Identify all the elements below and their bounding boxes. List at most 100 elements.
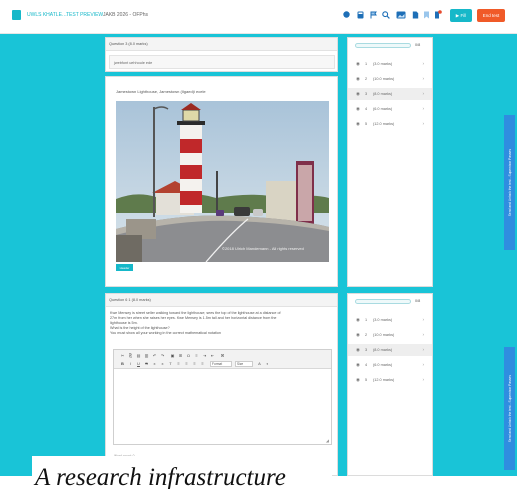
breadcrumb-course[interactable]: UWLS KHATLE…	[27, 12, 67, 18]
eye-icon: ◉	[356, 76, 360, 81]
question-card-short: Question 3 (8.0 marks) jwebfont uehhoule…	[105, 37, 338, 72]
eye-icon: ◉	[356, 347, 360, 352]
italic-icon[interactable]: I	[128, 361, 133, 366]
eye-icon: ◉	[356, 317, 360, 322]
image-badge: Header	[116, 264, 133, 271]
image-insert-icon[interactable]: ▣	[170, 353, 175, 358]
redo-icon[interactable]: ↷	[160, 353, 165, 358]
lighthouse-photo: ©2018 Ulrich Mandemann - All rights rese…	[116, 101, 329, 262]
eye-icon: ◉	[356, 362, 360, 367]
photo-credit: ©2018 Ulrich Mandemann - All rights rese…	[222, 246, 304, 251]
notification-icon[interactable]	[434, 10, 442, 19]
nav-question-item[interactable]: ◉ 5 (12.0 marks) ›	[348, 374, 432, 386]
paste-text-icon[interactable]: ▥	[144, 353, 149, 358]
flag-icon[interactable]	[369, 10, 377, 19]
subscript-icon[interactable]: x	[152, 361, 157, 366]
fill-button[interactable]: ▶ Fill	[450, 9, 472, 22]
editor-toolbar: ✂ ⎘ ▤ ▥ ↶ ↷ ▣ ⊞ Ω ≡ ⇥ ⇤ ⌘ B I U S x x T …	[114, 350, 331, 369]
cut-icon[interactable]: ✂	[120, 353, 125, 358]
nav-question-item[interactable]: ◉ 4 (6.0 marks) ›	[348, 103, 432, 115]
side-tab-label: Send and Unlock the test - Supervisor Pa…	[507, 374, 512, 443]
nav-question-marks: (6.0 marks)	[373, 107, 393, 111]
bookmark-icon[interactable]	[422, 10, 430, 19]
table-icon[interactable]: ⊞	[178, 353, 183, 358]
list-icon[interactable]: ≡	[194, 353, 199, 358]
nav-question-item[interactable]: ◉ 3 (8.0 marks) ›	[348, 344, 432, 356]
nav-question-item[interactable]: ◉ 5 (12.0 marks) ›	[348, 118, 432, 130]
nav-question-number: 3	[365, 92, 368, 96]
chevron-right-icon: ›	[422, 347, 425, 352]
align-justify-icon[interactable]: ≡	[200, 361, 205, 366]
supervisor-side-tab-bottom[interactable]: Send and Unlock the test - Supervisor Pa…	[504, 347, 515, 470]
nav-question-item[interactable]: ◉ 2 (10.0 marks) ›	[348, 73, 432, 85]
underline-icon[interactable]: U	[136, 361, 141, 366]
side-tab-label: Send and Unlock the test - Supervisor Pa…	[507, 148, 512, 217]
nav-question-marks: (12.0 marks)	[373, 378, 395, 382]
align-left-icon[interactable]: ≡	[176, 361, 181, 366]
nav-question-item[interactable]: ◉ 4 (6.0 marks) ›	[348, 359, 432, 371]
special-char-icon[interactable]: Ω	[186, 353, 191, 358]
question-header: Question 6 1 (8.0 marks)	[106, 294, 337, 307]
nav-question-marks: (8.0 marks)	[373, 92, 393, 96]
strike-icon[interactable]: S	[144, 361, 149, 366]
progress-bar	[355, 299, 411, 304]
chevron-right-icon: ›	[422, 76, 425, 81]
question-line: You must show all your working in the co…	[110, 331, 221, 335]
question-body: Kwe Mensey is street seller walking towa…	[110, 311, 332, 336]
resize-handle-icon[interactable]: ◢	[326, 438, 329, 443]
superscript-icon[interactable]: x	[160, 361, 165, 366]
text-color-icon[interactable]: A	[257, 361, 262, 366]
figure-caption: A research infrastructure	[35, 464, 286, 489]
document-icon[interactable]	[411, 10, 419, 19]
chevron-right-icon: ›	[422, 61, 425, 66]
format-select[interactable]: Format	[210, 361, 232, 367]
chevron-right-icon: ›	[422, 317, 425, 322]
nav-question-item[interactable]: ◉ 1 (3.0 marks) ›	[348, 58, 432, 70]
question-nav-panel-bottom: 0/8 ◉ 1 (3.0 marks) › ◉ 2 (10.0 marks) › ◉ 3 (8.0 …	[347, 293, 433, 476]
eye-icon: ◉	[356, 106, 360, 111]
copy-icon[interactable]: ⎘	[128, 353, 133, 358]
bold-icon[interactable]: B	[120, 361, 125, 366]
nav-question-item[interactable]: ◉ 1 (3.0 marks) ›	[348, 314, 432, 326]
breadcrumb-test-preview[interactable]: TEST PREVIEW	[66, 12, 103, 18]
paste-icon[interactable]: ▤	[136, 353, 141, 358]
chevron-right-icon: ›	[422, 377, 425, 382]
search-icon[interactable]	[382, 10, 390, 19]
chevron-right-icon: ›	[422, 91, 425, 96]
image-icon[interactable]	[396, 10, 406, 19]
nav-question-marks: (3.0 marks)	[373, 62, 393, 66]
nav-question-marks: (8.0 marks)	[373, 348, 393, 352]
calculator-icon[interactable]	[356, 10, 364, 19]
question-nav-panel: 0/8 ◉ 1 (3.0 marks) › ◉ 2 (10.0 marks) › ◉ 3 (8.0 …	[347, 37, 433, 287]
clear-format-icon[interactable]: T	[168, 361, 173, 366]
indent-icon[interactable]: ⇥	[202, 353, 207, 358]
nav-question-item[interactable]: ◉ 3 (8.0 marks) ›	[348, 88, 432, 100]
supervisor-side-tab[interactable]: Send and Unlock the test - Supervisor Pa…	[504, 115, 515, 250]
nav-question-item[interactable]: ◉ 2 (10.0 marks) ›	[348, 329, 432, 341]
nav-question-number: 4	[365, 363, 368, 367]
end-test-button[interactable]: End test	[477, 9, 505, 22]
nav-question-marks: (10.0 marks)	[373, 333, 395, 337]
chevron-right-icon: ›	[422, 121, 425, 126]
short-answer-field[interactable]: jwebfont uehhoule ede	[109, 55, 335, 69]
chevron-right-icon: ›	[422, 332, 425, 337]
undo-icon[interactable]: ↶	[152, 353, 157, 358]
editor-text-area[interactable]	[114, 369, 331, 444]
size-select[interactable]: Size	[235, 361, 253, 367]
eye-icon: ◉	[356, 61, 360, 66]
app-logo[interactable]	[12, 10, 21, 20]
progress-count: 0/8	[415, 299, 421, 303]
question-prompt: Jamestown Lighthouse, Jamestown (Ilgaed)…	[116, 89, 206, 94]
status-dot-icon[interactable]	[342, 10, 350, 19]
rich-text-editor: ✂ ⎘ ▤ ▥ ↶ ↷ ▣ ⊞ Ω ≡ ⇥ ⇤ ⌘ B I U S x x T …	[113, 349, 332, 445]
nav-question-marks: (12.0 marks)	[373, 122, 395, 126]
eye-icon: ◉	[356, 91, 360, 96]
align-right-icon[interactable]: ≡	[192, 361, 197, 366]
align-center-icon[interactable]: ≡	[184, 361, 189, 366]
outdent-icon[interactable]: ⇤	[210, 353, 215, 358]
eye-icon: ◉	[356, 332, 360, 337]
background-color-icon[interactable]: ◐	[265, 361, 270, 366]
source-icon[interactable]: ⌘	[220, 353, 225, 358]
nav-question-marks: (6.0 marks)	[373, 363, 393, 367]
progress-count: 0/8	[415, 43, 421, 47]
